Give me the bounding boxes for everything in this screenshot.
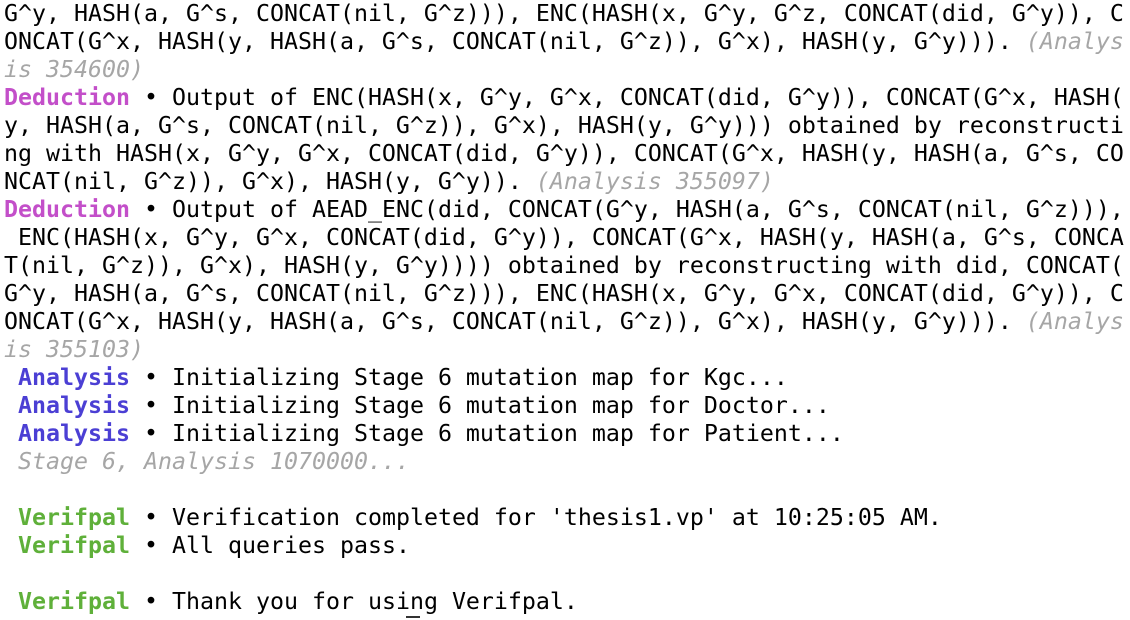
analysis-note: (Analys [1025, 308, 1124, 335]
bullet-separator: • [129, 84, 172, 111]
log-tag-analysis: Analysis [4, 392, 130, 419]
log-text: y, HASH(a, G^s, CONCAT(nil, G^z)), G^x),… [4, 112, 1124, 139]
log-text: ONCAT(G^x, HASH(y, HASH(a, G^s, CONCAT(n… [4, 28, 1026, 55]
bullet-separator: • [129, 196, 172, 223]
log-tag-verifpal: Verifpal [4, 588, 130, 615]
text-cursor [406, 616, 420, 618]
terminal-line: Verifpal • All queries pass. [4, 532, 1130, 560]
analysis-note: (Analys [1025, 28, 1124, 55]
log-text: Initializing Stage 6 mutation map for Pa… [171, 420, 844, 447]
terminal-line: Analysis • Initializing Stage 6 mutation… [4, 392, 1130, 420]
terminal-line: Verifpal • Thank you for using Verifpal. [4, 588, 1130, 616]
bullet-separator: • [129, 588, 172, 615]
analysis-note: is 354600) [4, 56, 144, 83]
terminal-line: Deduction • Output of ENC(HASH(x, G^y, G… [4, 84, 1130, 112]
log-text: Initializing Stage 6 mutation map for Kg… [171, 364, 788, 391]
terminal-line: Stage 6, Analysis 1070000... [4, 448, 1130, 476]
terminal-line: G^y, HASH(a, G^s, CONCAT(nil, G^z))), EN… [4, 280, 1130, 308]
log-text: G^y, HASH(a, G^s, CONCAT(nil, G^z))), EN… [4, 0, 1124, 27]
terminal-line: y, HASH(a, G^s, CONCAT(nil, G^z)), G^x),… [4, 112, 1130, 140]
terminal-line: is 354600) [4, 56, 1130, 84]
bullet-separator: • [129, 364, 172, 391]
terminal-output[interactable]: G^y, HASH(a, G^s, CONCAT(nil, G^z))), EN… [4, 0, 1130, 620]
log-tag-deduction: Deduction [4, 84, 130, 111]
log-text: ENC(HASH(x, G^y, G^x, CONCAT(did, G^y)),… [4, 224, 1124, 251]
log-text: NCAT(nil, G^z)), G^x), HASH(y, G^y)). [4, 168, 536, 195]
terminal-line: Deduction • Output of AEAD_ENC(did, CONC… [4, 196, 1130, 224]
terminal-line: ng with HASH(x, G^y, G^x, CONCAT(did, G^… [4, 140, 1130, 168]
analysis-note: is 355103) [4, 336, 144, 363]
log-text: G^y, HASH(a, G^s, CONCAT(nil, G^z))), EN… [4, 280, 1124, 307]
log-text: Initializing Stage 6 mutation map for Do… [171, 392, 830, 419]
bullet-separator: • [129, 420, 172, 447]
terminal-line: ONCAT(G^x, HASH(y, HASH(a, G^s, CONCAT(n… [4, 28, 1130, 56]
log-tag-verifpal: Verifpal [4, 532, 130, 559]
terminal-line: Analysis • Initializing Stage 6 mutation… [4, 364, 1130, 392]
log-text: ONCAT(G^x, HASH(y, HASH(a, G^s, CONCAT(n… [4, 308, 1026, 335]
log-tag-deduction: Deduction [4, 196, 130, 223]
log-text: Output of ENC(HASH(x, G^y, G^x, CONCAT(d… [171, 84, 1124, 111]
analysis-note: Stage 6, Analysis 1070000... [4, 448, 410, 475]
terminal-line: G^y, HASH(a, G^s, CONCAT(nil, G^z))), EN… [4, 0, 1130, 28]
log-text: All queries pass. [171, 532, 410, 559]
terminal-line: is 355103) [4, 336, 1130, 364]
bullet-separator: • [129, 532, 172, 559]
log-text: ng with HASH(x, G^y, G^x, CONCAT(did, G^… [4, 140, 1124, 167]
terminal-line: ONCAT(G^x, HASH(y, HASH(a, G^s, CONCAT(n… [4, 308, 1130, 336]
analysis-note: (Analysis 355097) [535, 168, 774, 195]
log-tag-verifpal: Verifpal [4, 504, 130, 531]
log-tag-analysis: Analysis [4, 420, 130, 447]
log-text: T(nil, G^z)), G^x), HASH(y, G^y)))) obta… [4, 252, 1124, 279]
terminal-line: ENC(HASH(x, G^y, G^x, CONCAT(did, G^y)),… [4, 224, 1130, 252]
terminal-line: NCAT(nil, G^z)), G^x), HASH(y, G^y)). (A… [4, 168, 1130, 196]
log-text: Thank you for using Verifpal. [171, 588, 578, 615]
log-text: Verification completed for 'thesis1.vp' … [171, 504, 942, 531]
terminal-line: T(nil, G^z)), G^x), HASH(y, G^y)))) obta… [4, 252, 1130, 280]
terminal-line: Verifpal • Verification completed for 't… [4, 504, 1130, 532]
bullet-separator: • [129, 504, 172, 531]
terminal-line: Analysis • Initializing Stage 6 mutation… [4, 420, 1130, 448]
bullet-separator: • [129, 392, 172, 419]
log-text: Output of AEAD_ENC(did, CONCAT(G^y, HASH… [171, 196, 1124, 223]
log-tag-analysis: Analysis [4, 364, 130, 391]
